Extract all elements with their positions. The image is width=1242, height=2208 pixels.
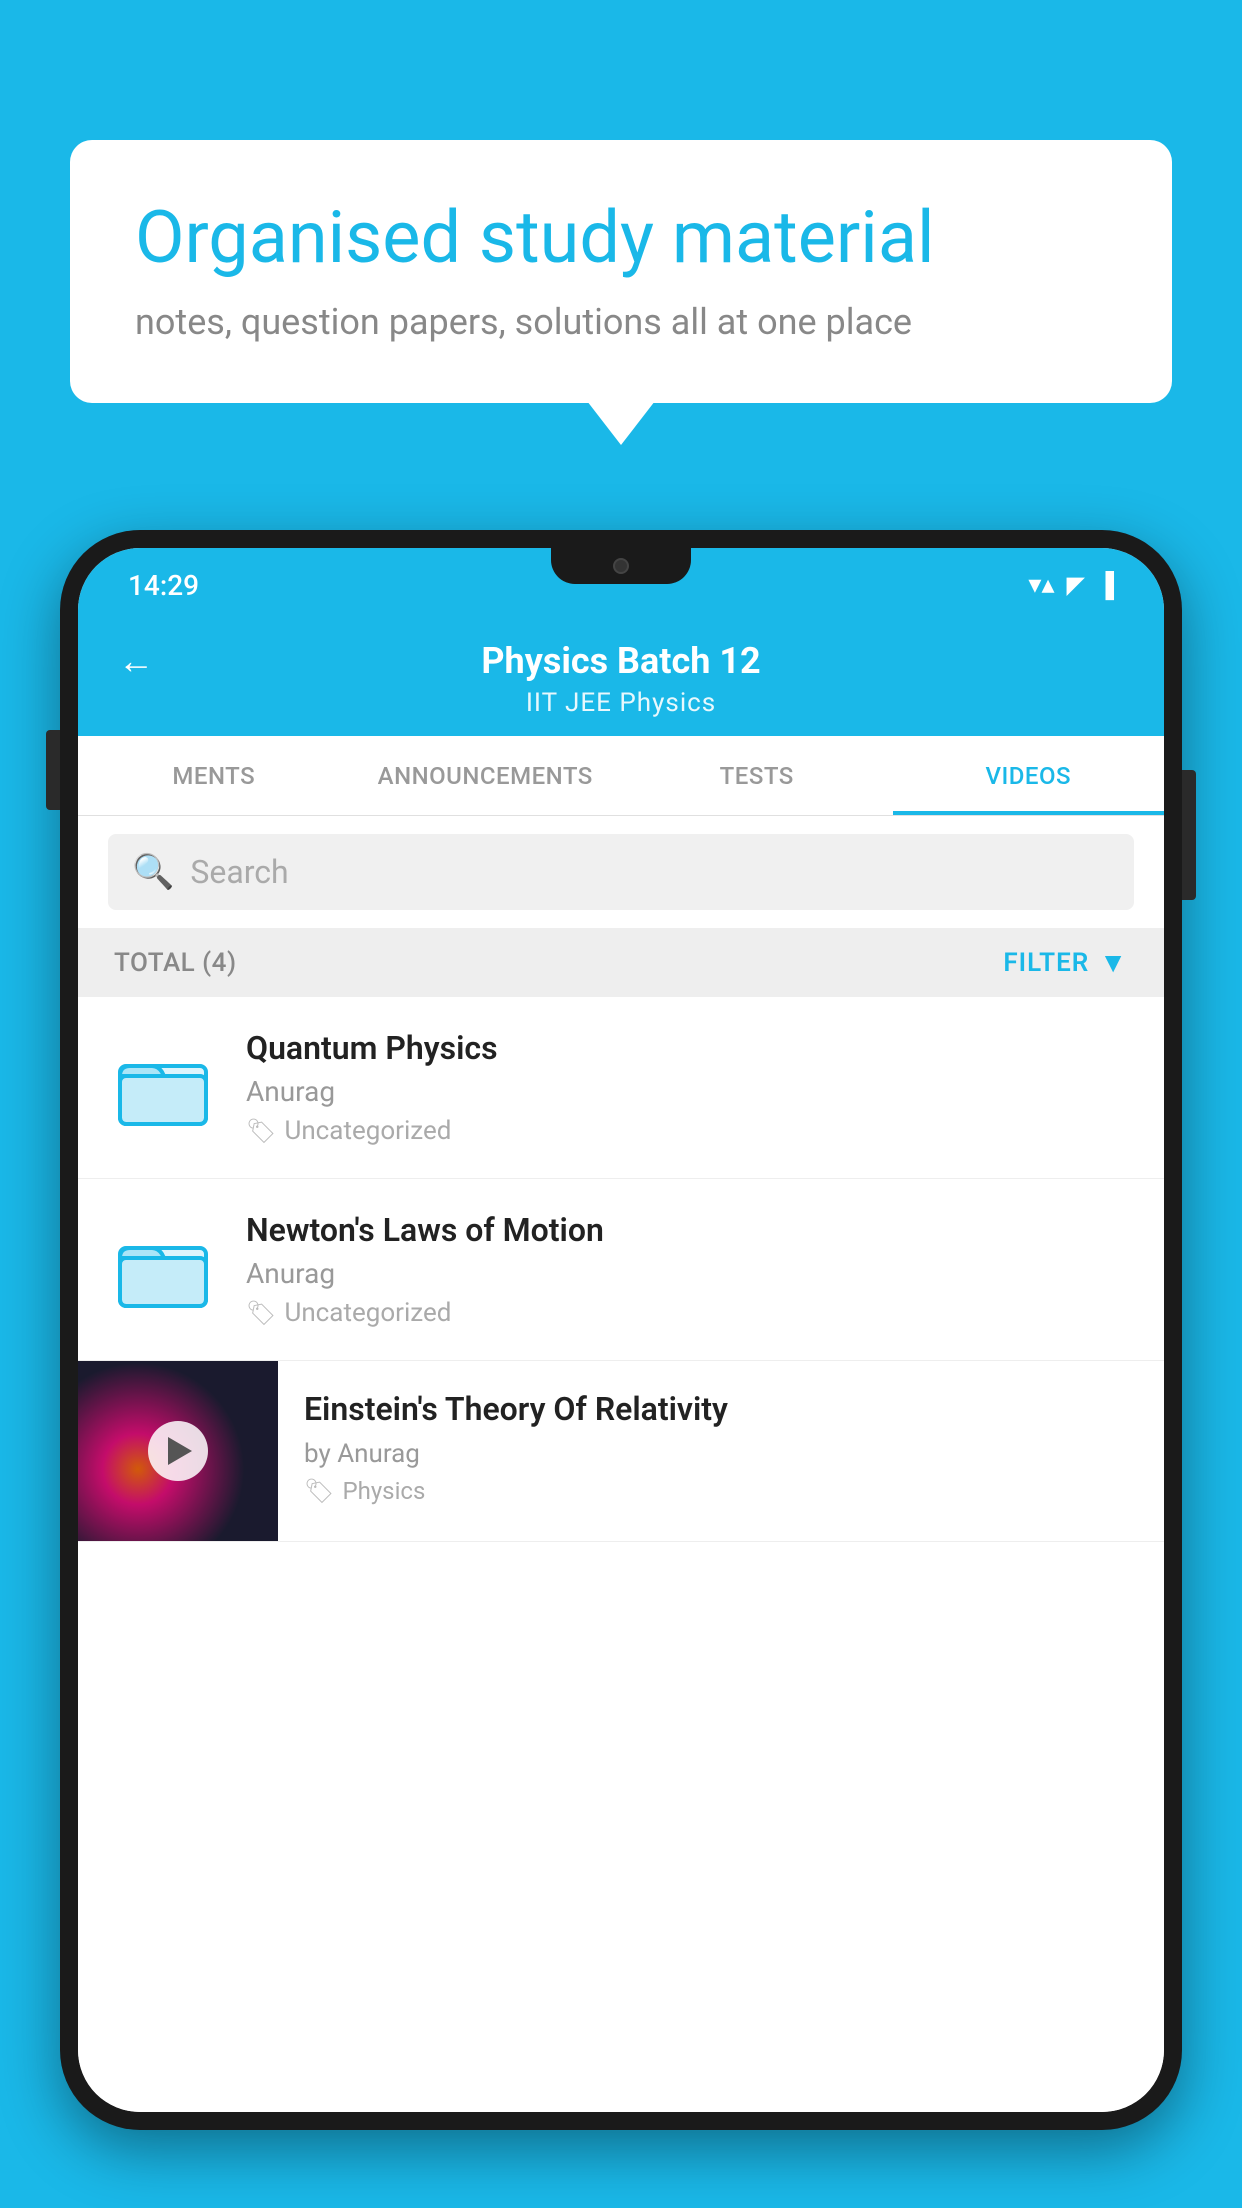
tabs-bar: MENTS ANNOUNCEMENTS TESTS VIDEOS — [78, 736, 1164, 816]
speech-bubble-subtitle: notes, question papers, solutions all at… — [135, 301, 1107, 343]
tag-icon: 🏷 — [246, 1117, 276, 1145]
notch — [551, 548, 691, 584]
tag-icon: 🏷 — [246, 1299, 276, 1327]
search-input[interactable]: Search — [190, 853, 288, 891]
einstein-thumbnail — [78, 1361, 278, 1541]
video-title: Quantum Physics — [246, 1029, 1134, 1067]
video-list: Quantum Physics Anurag 🏷 Uncategorized — [78, 997, 1164, 2112]
speech-bubble-container: Organised study material notes, question… — [70, 140, 1172, 403]
camera-dot — [613, 558, 629, 574]
header-title: Physics Batch 12 — [481, 640, 760, 682]
video-info: Newton's Laws of Motion Anurag 🏷 Uncateg… — [246, 1211, 1134, 1328]
einstein-info: Einstein's Theory Of Relativity by Anura… — [278, 1361, 1164, 1533]
total-label: TOTAL (4) — [114, 948, 237, 978]
header-subtitle: IIT JEE Physics — [526, 688, 716, 718]
app-header: ← Physics Batch 12 IIT JEE Physics — [78, 618, 1164, 736]
speech-bubble-title: Organised study material — [135, 195, 1107, 281]
phone-screen: 14:29 ▾▴ ◤ ▐ ← Physics Batch 12 IIT JEE … — [78, 548, 1164, 2112]
tag-icon: 🏷 — [304, 1477, 334, 1505]
video-folder-icon — [108, 1215, 218, 1325]
video-title: Newton's Laws of Motion — [246, 1211, 1134, 1249]
search-icon: 🔍 — [132, 852, 174, 892]
einstein-tag: 🏷 Physics — [304, 1477, 1138, 1505]
filter-icon: ▼ — [1099, 946, 1128, 979]
status-time: 14:29 — [128, 569, 199, 602]
search-bar[interactable]: 🔍 Search — [108, 834, 1134, 910]
video-tag: 🏷 Uncategorized — [246, 1116, 1134, 1146]
tab-videos[interactable]: VIDEOS — [893, 736, 1165, 815]
video-info: Quantum Physics Anurag 🏷 Uncategorized — [246, 1029, 1134, 1146]
tab-tests[interactable]: TESTS — [621, 736, 893, 815]
play-button[interactable] — [148, 1421, 208, 1481]
tab-ments[interactable]: MENTS — [78, 736, 350, 815]
phone-outer: 14:29 ▾▴ ◤ ▐ ← Physics Batch 12 IIT JEE … — [60, 530, 1182, 2130]
einstein-author: by Anurag — [304, 1439, 1138, 1469]
speech-bubble: Organised study material notes, question… — [70, 140, 1172, 403]
wifi-icon: ▾▴ — [1028, 570, 1054, 600]
video-author: Anurag — [246, 1075, 1134, 1108]
einstein-title: Einstein's Theory Of Relativity — [304, 1389, 1138, 1431]
video-folder-icon — [108, 1033, 218, 1143]
filter-button[interactable]: FILTER ▼ — [1003, 946, 1128, 979]
video-author: Anurag — [246, 1257, 1134, 1290]
battery-icon: ▐ — [1097, 571, 1114, 600]
filter-label: FILTER — [1003, 948, 1089, 978]
search-bar-container: 🔍 Search — [78, 816, 1164, 928]
filter-bar: TOTAL (4) FILTER ▼ — [78, 928, 1164, 997]
play-icon — [168, 1437, 192, 1465]
list-item[interactable]: Newton's Laws of Motion Anurag 🏷 Uncateg… — [78, 1179, 1164, 1361]
phone-wrapper: 14:29 ▾▴ ◤ ▐ ← Physics Batch 12 IIT JEE … — [60, 530, 1182, 2208]
video-tag: 🏷 Uncategorized — [246, 1298, 1134, 1328]
tab-announcements[interactable]: ANNOUNCEMENTS — [350, 736, 622, 815]
signal-icon: ◤ — [1067, 571, 1085, 599]
back-button[interactable]: ← — [118, 640, 154, 682]
app-header-row: ← Physics Batch 12 — [118, 640, 1124, 682]
list-item[interactable]: Einstein's Theory Of Relativity by Anura… — [78, 1361, 1164, 1542]
list-item[interactable]: Quantum Physics Anurag 🏷 Uncategorized — [78, 997, 1164, 1179]
status-icons: ▾▴ ◤ ▐ — [1028, 570, 1114, 600]
